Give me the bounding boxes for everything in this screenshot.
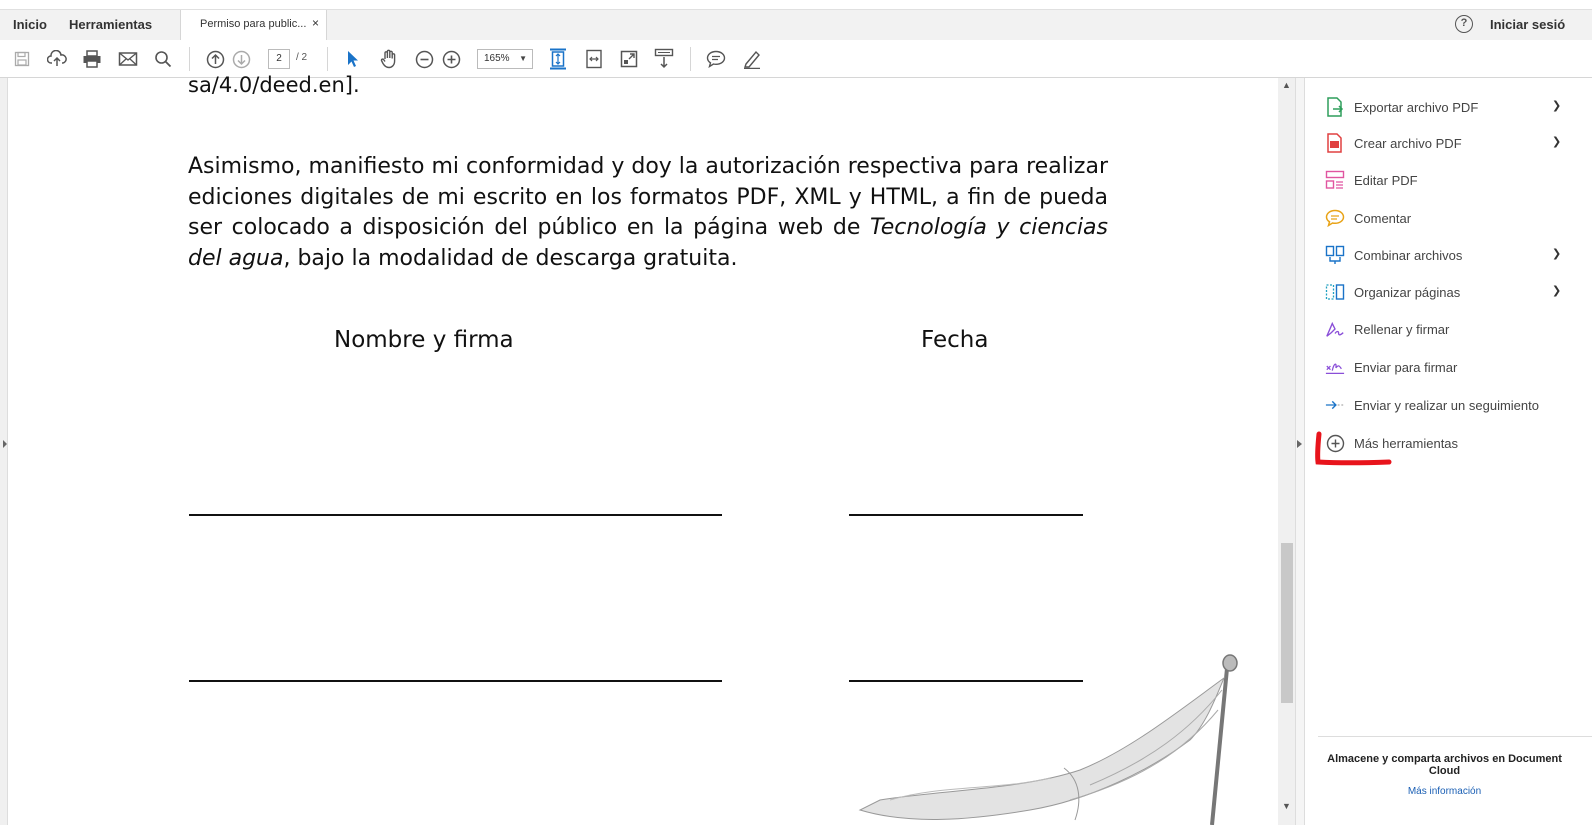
- combine-files-icon: [1325, 245, 1345, 265]
- toolbar-separator: [327, 47, 328, 71]
- toolbar-separator: [690, 47, 691, 71]
- vertical-scrollbar[interactable]: [1278, 78, 1295, 825]
- right-panel-splitter[interactable]: [1295, 78, 1305, 825]
- chevron-down-icon[interactable]: ❯: [1552, 247, 1561, 260]
- chevron-down-icon: ▼: [519, 54, 527, 63]
- collapse-right-panel-icon[interactable]: [1297, 440, 1302, 448]
- comment-icon[interactable]: [705, 48, 727, 70]
- page-total: / 2: [296, 52, 308, 63]
- save-icon[interactable]: [11, 48, 33, 70]
- license-url-fragment: sa/4.0/deed.en].: [188, 73, 360, 97]
- toolbar-separator: [189, 47, 190, 71]
- send-sign-icon: [1325, 357, 1345, 377]
- select-icon[interactable]: [342, 48, 364, 70]
- page-number-input[interactable]: 2: [268, 49, 290, 69]
- signature-line: [189, 514, 722, 516]
- close-icon[interactable]: ×: [312, 16, 319, 30]
- comment-icon: [1325, 208, 1345, 228]
- chevron-down-icon[interactable]: ❯: [1552, 284, 1561, 297]
- tool-label: Crear archivo PDF: [1354, 135, 1462, 151]
- export-pdf-icon: [1325, 97, 1345, 117]
- tool-send-track[interactable]: Enviar y realizar un seguimiento: [1325, 393, 1592, 417]
- tool-label: Exportar archivo PDF: [1354, 99, 1479, 115]
- page-down-icon[interactable]: [230, 48, 252, 70]
- chevron-down-icon[interactable]: ❯: [1552, 135, 1561, 148]
- tool-label: Enviar para firmar: [1354, 359, 1458, 375]
- scrollbar-thumb[interactable]: [1281, 543, 1293, 703]
- flag-illustration: [858, 654, 1238, 825]
- tool-edit-pdf[interactable]: Editar PDF: [1325, 168, 1592, 192]
- send-track-icon: [1325, 395, 1345, 415]
- tool-label: Organizar páginas: [1354, 284, 1461, 300]
- tool-organize-pages[interactable]: Organizar páginas ❯: [1325, 280, 1592, 304]
- chevron-down-icon[interactable]: ❯: [1552, 99, 1561, 112]
- organize-pages-icon: [1325, 282, 1345, 302]
- tool-comment[interactable]: Comentar: [1325, 206, 1592, 230]
- expand-left-panel-icon[interactable]: [3, 440, 7, 448]
- tool-fill-sign[interactable]: Rellenar y firmar: [1325, 317, 1592, 341]
- authorization-paragraph: Asimismo, manifiesto mi conformidad y do…: [188, 152, 1108, 274]
- fill-sign-icon: [1325, 319, 1345, 339]
- zoom-value: 165%: [484, 53, 510, 64]
- tab-home[interactable]: Inicio: [13, 17, 47, 32]
- tool-label: Comentar: [1354, 210, 1412, 226]
- scroll-down-icon[interactable]: ▼: [1282, 801, 1291, 811]
- tab-tools[interactable]: Herramientas: [69, 17, 152, 32]
- date-heading: Fecha: [921, 327, 989, 353]
- name-signature-heading: Nombre y firma: [334, 327, 514, 353]
- left-panel-strip[interactable]: [0, 78, 8, 825]
- tool-create-pdf[interactable]: Crear archivo PDF ❯: [1325, 131, 1592, 155]
- search-icon[interactable]: [152, 48, 174, 70]
- help-icon[interactable]: ?: [1455, 15, 1473, 33]
- more-info-link[interactable]: Más información: [1322, 786, 1567, 797]
- page-up-icon[interactable]: [204, 48, 226, 70]
- full-screen-icon[interactable]: [618, 48, 640, 70]
- email-icon[interactable]: [117, 48, 139, 70]
- tool-combine-files[interactable]: Combinar archivos ❯: [1325, 243, 1592, 267]
- read-mode-icon[interactable]: [653, 48, 675, 70]
- tool-label: Enviar y realizar un seguimiento: [1354, 397, 1539, 413]
- tool-label: Editar PDF: [1354, 172, 1418, 188]
- zoom-in-icon[interactable]: [440, 48, 462, 70]
- fit-page-icon[interactable]: [547, 48, 569, 70]
- paragraph-text-end: , bajo la modalidad de descarga gratuita…: [283, 245, 738, 271]
- signature-line: [189, 680, 722, 682]
- edit-pdf-icon: [1325, 170, 1345, 190]
- print-icon[interactable]: [81, 48, 103, 70]
- date-line: [849, 514, 1083, 516]
- tool-export-pdf[interactable]: Exportar archivo PDF ❯: [1325, 95, 1592, 119]
- tab-bar: Inicio Herramientas Permiso para public.…: [0, 0, 1592, 41]
- tool-send-sign[interactable]: Enviar para firmar: [1325, 355, 1592, 379]
- signin-button[interactable]: Iniciar sesió: [1490, 17, 1565, 32]
- fit-width-icon[interactable]: [583, 48, 605, 70]
- highlight-icon[interactable]: [741, 48, 763, 70]
- tab-document[interactable]: Permiso para public... ×: [180, 10, 327, 41]
- tool-label: Combinar archivos: [1354, 247, 1463, 263]
- red-annotation-mark: [1315, 431, 1392, 466]
- zoom-out-icon[interactable]: [413, 48, 435, 70]
- panel-divider: [1318, 736, 1592, 737]
- create-pdf-icon: [1325, 133, 1345, 153]
- upload-icon[interactable]: [46, 48, 68, 70]
- hand-icon[interactable]: [378, 48, 400, 70]
- tool-label: Rellenar y firmar: [1354, 321, 1450, 337]
- scroll-up-icon[interactable]: ▲: [1282, 80, 1291, 90]
- document-cloud-promo: Almacene y comparta archivos en Document…: [1327, 753, 1562, 777]
- tab-document-label: Permiso para public...: [200, 18, 307, 30]
- zoom-select[interactable]: 165% ▼: [477, 49, 533, 69]
